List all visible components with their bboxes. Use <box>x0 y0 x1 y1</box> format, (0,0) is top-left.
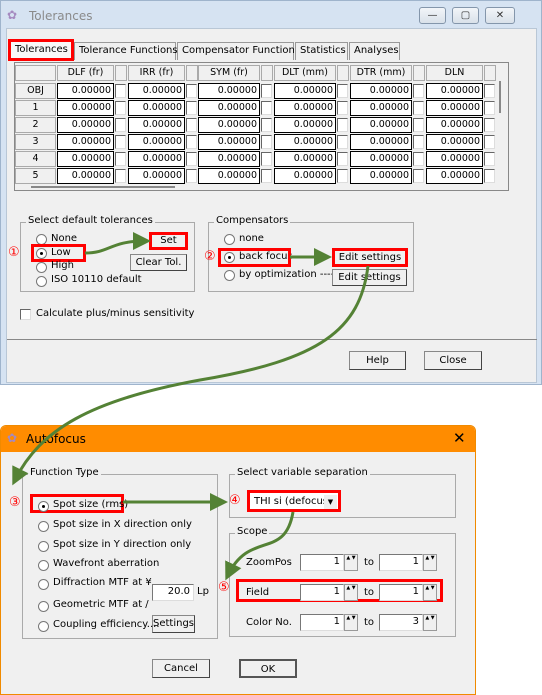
arrow-3 <box>12 265 370 486</box>
arrows-overlay <box>12 232 370 581</box>
arrow-1 <box>84 232 151 255</box>
arrow-5 <box>225 511 295 581</box>
